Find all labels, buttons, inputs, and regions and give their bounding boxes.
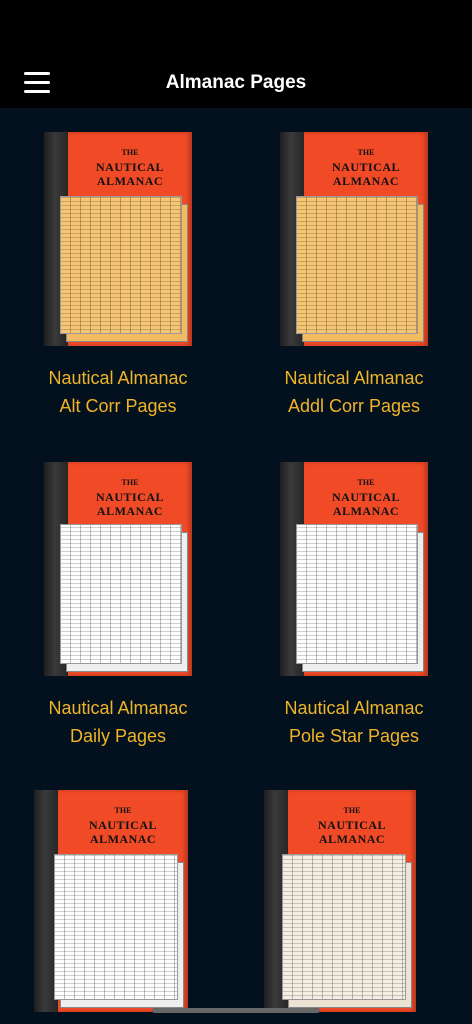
book-cover-image: THE NAUTICAL ALMANAC xyxy=(280,462,428,676)
book-cover-image: THE NAUTICAL ALMANAC xyxy=(44,132,192,346)
book-cover-image: THE NAUTICAL ALMANAC xyxy=(264,790,416,1012)
book-cover-image: THE NAUTICAL ALMANAC xyxy=(44,462,192,676)
almanac-item-6[interactable]: THE NAUTICAL ALMANAC xyxy=(238,790,438,1020)
book-cover-image: THE NAUTICAL ALMANAC xyxy=(34,790,188,1012)
almanac-item-daily[interactable]: THE NAUTICAL ALMANAC Nautical Almanac Da… xyxy=(18,462,218,752)
item-caption: Nautical Almanac Addl Corr Pages xyxy=(284,368,424,416)
item-caption: Nautical Almanac Daily Pages xyxy=(48,698,188,746)
home-indicator xyxy=(152,1008,320,1013)
book-cover-image: THE NAUTICAL ALMANAC xyxy=(280,132,428,346)
item-caption: Nautical Almanac Pole Star Pages xyxy=(284,698,424,746)
item-caption: Nautical Almanac Alt Corr Pages xyxy=(48,368,188,416)
almanac-item-alt-corr[interactable]: THE NAUTICAL ALMANAC Nautical Almanac Al… xyxy=(18,132,218,422)
almanac-item-5[interactable]: THE NAUTICAL ALMANAC xyxy=(8,790,208,1020)
page-title: Almanac Pages xyxy=(165,72,307,93)
almanac-item-addl-corr[interactable]: THE NAUTICAL ALMANAC Nautical Almanac Ad… xyxy=(254,132,454,422)
almanac-item-pole-star[interactable]: THE NAUTICAL ALMANAC Nautical Almanac Po… xyxy=(254,462,454,752)
navigation-bar: Almanac Pages xyxy=(0,56,472,108)
status-bar xyxy=(0,0,472,56)
almanac-grid: THE NAUTICAL ALMANAC Nautical Almanac Al… xyxy=(0,108,472,1024)
